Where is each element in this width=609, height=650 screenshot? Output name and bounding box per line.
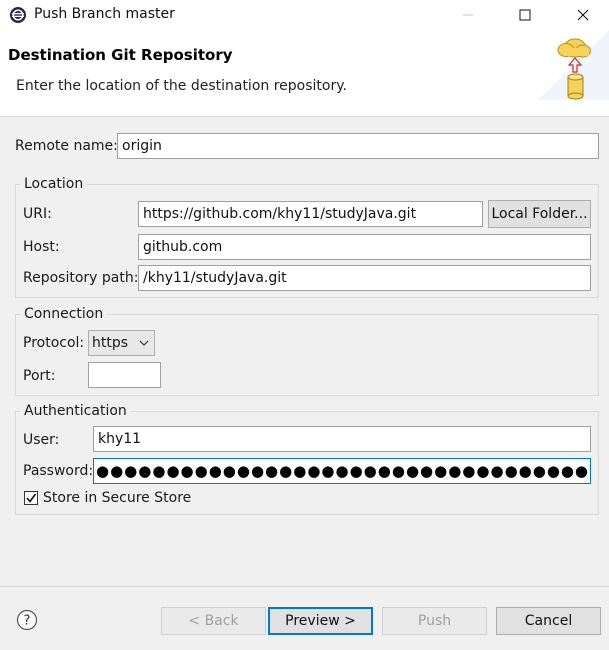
- uri-label: URI:: [23, 206, 52, 222]
- minimize-button[interactable]: [445, 0, 491, 30]
- port-label: Port:: [23, 368, 56, 384]
- repository-path-label: Repository path:: [23, 270, 139, 286]
- protocol-value: https: [92, 335, 129, 351]
- close-icon: [577, 9, 589, 21]
- page-title: Destination Git Repository: [8, 46, 233, 64]
- minimize-icon: [463, 14, 473, 16]
- cloud-push-icon: [538, 30, 609, 100]
- protocol-label: Protocol:: [23, 335, 85, 351]
- authentication-group-title: Authentication: [20, 403, 131, 419]
- footer-divider: [0, 586, 609, 587]
- push-button[interactable]: Push: [382, 607, 487, 635]
- eclipse-icon: [10, 7, 26, 23]
- password-mask-end: ●: [574, 462, 588, 480]
- password-mask: ●●●●●●●●●●●●●●●●●●●●●●●●●●●●●●●●●●●●●●: [96, 462, 591, 480]
- help-icon[interactable]: ?: [16, 609, 38, 631]
- window-titlebar: Push Branch master: [0, 0, 609, 30]
- close-button[interactable]: [560, 0, 606, 30]
- window-title: Push Branch master: [34, 6, 175, 22]
- user-input[interactable]: [93, 426, 591, 452]
- local-folder-button[interactable]: Local Folder...: [488, 200, 591, 228]
- preview-button[interactable]: Preview >: [268, 607, 373, 635]
- protocol-select[interactable]: https: [88, 330, 155, 356]
- store-secure-checkbox[interactable]: [24, 491, 38, 505]
- uri-input[interactable]: [138, 201, 483, 227]
- password-input[interactable]: ●●●●●●●●●●●●●●●●●●●●●●●●●●●●●●●●●●●●●● ●: [93, 458, 591, 484]
- store-secure-label: Store in Secure Store: [43, 490, 192, 506]
- host-input[interactable]: [138, 234, 591, 260]
- repository-path-input[interactable]: [138, 265, 591, 291]
- password-label: Password:: [23, 463, 94, 479]
- user-label: User:: [23, 432, 60, 448]
- wizard-banner: Destination Git Repository Enter the loc…: [0, 30, 609, 117]
- location-group-title: Location: [20, 176, 88, 192]
- maximize-button[interactable]: [502, 0, 548, 30]
- connection-group-title: Connection: [20, 306, 108, 322]
- back-button[interactable]: < Back: [161, 607, 266, 635]
- page-description: Enter the location of the destination re…: [16, 78, 347, 94]
- chevron-down-icon: [139, 340, 149, 346]
- maximize-icon: [519, 9, 531, 21]
- checkmark-icon: [26, 493, 37, 503]
- host-label: Host:: [23, 239, 60, 255]
- remote-name-input[interactable]: [117, 133, 599, 159]
- port-input[interactable]: [88, 362, 161, 388]
- help-glyph: ?: [24, 614, 31, 629]
- remote-name-label: Remote name:: [15, 138, 118, 154]
- cancel-button[interactable]: Cancel: [496, 607, 601, 635]
